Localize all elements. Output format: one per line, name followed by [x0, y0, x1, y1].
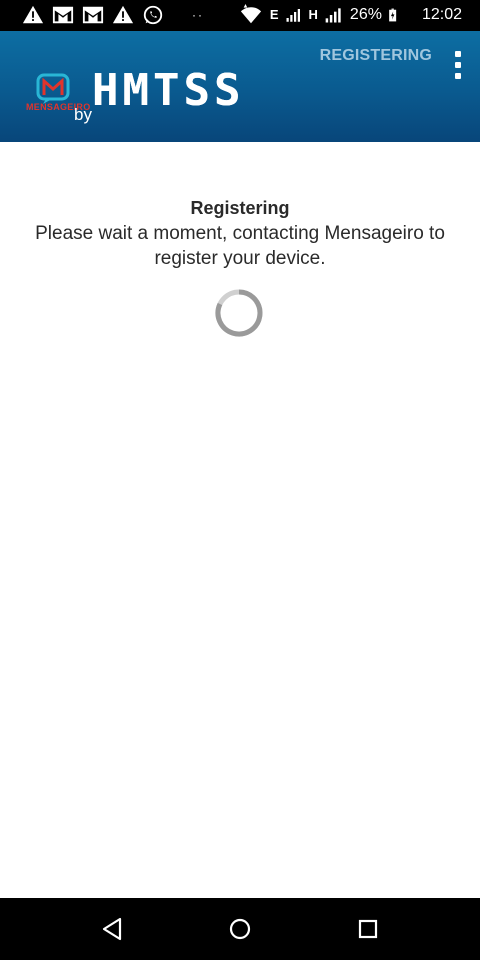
back-icon[interactable]: [98, 915, 126, 943]
home-icon[interactable]: [226, 915, 254, 943]
registering-action[interactable]: REGISTERING: [320, 47, 432, 65]
warning-icon: [112, 5, 134, 24]
battery-charging-icon: [389, 8, 397, 22]
wifi-icon: [240, 4, 261, 24]
battery-percent: 26%: [349, 6, 382, 23]
dialog-title: Registering: [190, 198, 290, 218]
status-bar: ·· E H 26% 12:02: [0, 0, 480, 31]
clock: 12:02: [421, 6, 462, 23]
brand-logo: HMTSS: [92, 65, 245, 116]
mail-icon: [82, 6, 104, 24]
system-icons: E H 26% 12:02: [238, 4, 462, 26]
loading-spinner-icon: [215, 289, 263, 337]
overflow-menu-icon[interactable]: [452, 51, 464, 79]
navigation-bar: [0, 898, 480, 960]
mail-icon: [52, 6, 74, 24]
notification-icons: ··: [22, 4, 204, 26]
recents-icon[interactable]: [354, 915, 382, 943]
app-bar: MENSAGEIRO by HMTSS REGISTERING: [0, 31, 480, 142]
whatsapp-icon: [143, 5, 163, 25]
warning-icon: [22, 5, 44, 24]
network-type-h: H: [308, 7, 318, 22]
dialog-message: Please wait a moment, contacting Mensage…: [35, 223, 445, 269]
more-notifications-indicator: ··: [192, 8, 204, 22]
signal-icon: [325, 8, 341, 23]
signal-icon: [286, 9, 300, 22]
main-content: Registering Please wait a moment, contac…: [0, 142, 480, 898]
network-type-e: E: [269, 7, 279, 22]
by-label: by: [74, 105, 92, 124]
